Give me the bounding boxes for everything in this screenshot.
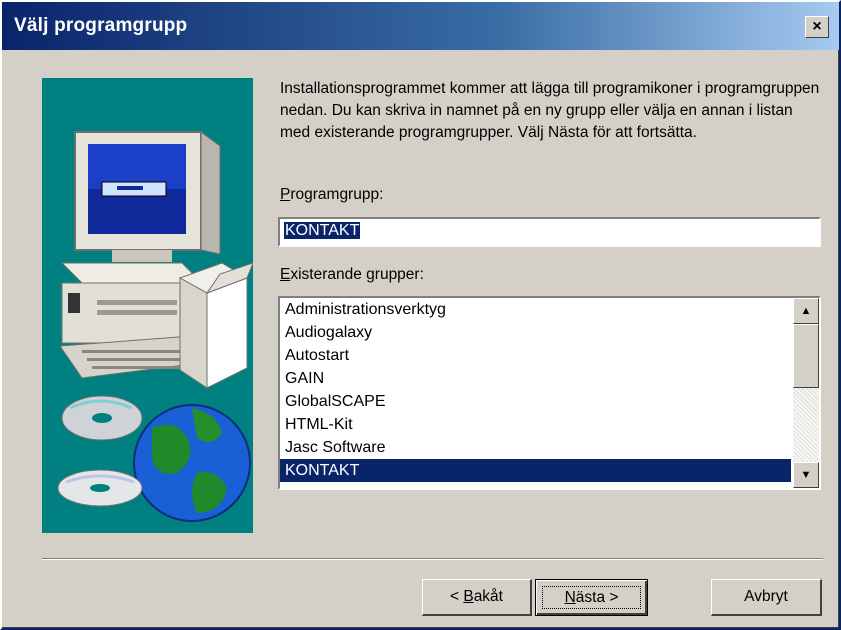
back-button[interactable]: < Bakåt	[422, 579, 532, 616]
list-item[interactable]: Autostart	[280, 344, 791, 367]
window-title: Välj programgrupp	[14, 15, 188, 36]
scroll-thumb[interactable]	[793, 324, 819, 388]
program-group-label-rest: rogramgrupp:	[290, 186, 384, 203]
scroll-down-button[interactable]: ▼	[793, 462, 819, 488]
button-separator	[42, 558, 823, 560]
list-item-selected[interactable]: KONTAKT	[280, 459, 791, 482]
existing-groups-label-accel: E	[280, 266, 291, 283]
list-scrollbar[interactable]: ▲ ▼	[793, 298, 819, 488]
title-bar[interactable]: Välj programgrupp ×	[2, 2, 839, 50]
cancel-button[interactable]: Avbryt	[711, 579, 822, 616]
program-group-value: KONTAKT	[284, 222, 361, 239]
focus-rect	[542, 586, 641, 609]
list-item[interactable]: GlobalSCAPE	[280, 390, 791, 413]
back-button-prefix: <	[449, 588, 464, 605]
arrow-up-icon: ▲	[800, 305, 812, 317]
existing-groups-label: Existerande grupper:	[280, 266, 424, 284]
computer-illustration-icon	[57, 131, 254, 522]
existing-groups-label-rest: xisterande grupper:	[290, 266, 424, 283]
back-button-accel: B	[463, 588, 474, 605]
existing-groups-list[interactable]: Administrationsverktyg Audiogalaxy Autos…	[278, 296, 821, 490]
close-icon: ×	[812, 18, 822, 35]
list-item[interactable]: Administrationsverktyg	[280, 298, 791, 321]
arrow-down-icon: ▼	[800, 469, 812, 481]
setup-dialog: Välj programgrupp × Installationsprogram…	[0, 0, 841, 630]
existing-groups-items: Administrationsverktyg Audiogalaxy Autos…	[280, 298, 791, 482]
list-item[interactable]: Audiogalaxy	[280, 321, 791, 344]
back-button-rest: akåt	[473, 588, 503, 605]
setup-illustration	[42, 78, 254, 533]
program-group-input[interactable]: KONTAKT	[278, 217, 821, 247]
list-item[interactable]: HTML-Kit	[280, 413, 791, 436]
list-item[interactable]: GAIN	[280, 367, 791, 390]
close-button[interactable]: ×	[805, 16, 829, 38]
intro-text: Installationsprogrammet kommer att lägga…	[280, 80, 820, 141]
list-item[interactable]: Jasc Software	[280, 436, 791, 459]
scroll-up-button[interactable]: ▲	[793, 298, 819, 324]
program-group-label: Programgrupp:	[280, 186, 383, 204]
program-group-label-accel: P	[280, 186, 291, 203]
next-button[interactable]: Nästa >	[535, 579, 648, 616]
